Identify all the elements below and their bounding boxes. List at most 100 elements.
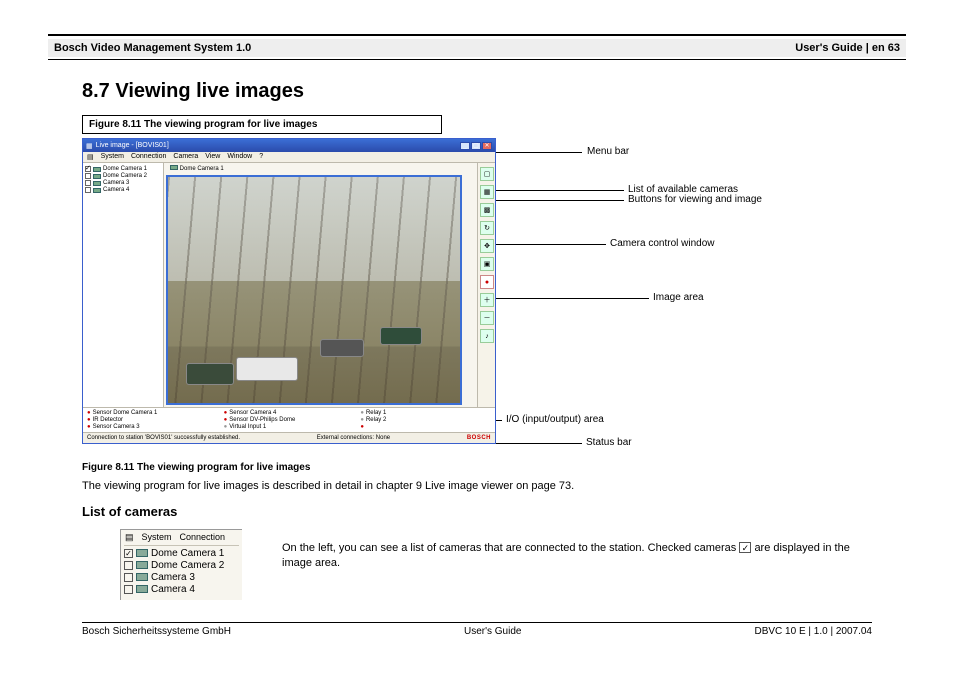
snippet-caption: On the left, you can see a list of camer… [282,523,862,572]
camera-icon [136,561,148,569]
status-left: Connection to station 'BOVIS01' successf… [87,435,240,441]
list-item-label: Dome Camera 1 [151,548,224,559]
callout-image: Image area [653,292,704,303]
tree-label: Dome Camera 2 [103,173,147,179]
camera-icon [93,188,101,193]
io-item[interactable]: Sensor Camera 3 [87,424,218,430]
section-title: 8.7 Viewing live images [82,80,906,103]
zoom-out-icon[interactable]: － [480,311,494,325]
tree-item[interactable]: Camera 3 [85,180,161,186]
menu-view[interactable]: View [205,153,220,161]
snippet-text-1: On the left, you can see a list of camer… [282,542,736,554]
viewer-title: Dome Camera 1 [170,165,224,172]
maximize-button[interactable]: ▢ [471,142,481,150]
tree-item[interactable]: Dome Camera 2 [85,173,161,179]
menu-bar: ▤ System Connection Camera View Window ? [83,152,495,163]
callout-status: Status bar [586,437,632,448]
camera-icon [93,181,101,186]
status-mid: External connections: None [317,435,390,441]
menu-icon: ▤ [87,153,94,161]
audio-icon[interactable]: ♪ [480,329,494,343]
video-feed[interactable] [166,175,462,405]
checkbox-icon[interactable] [124,573,133,582]
camera-tree: Dome Camera 1 Dome Camera 2 Camera 3 Cam… [83,163,164,407]
top-rule [48,34,906,36]
io-item[interactable]: Virtual Input 1 [224,424,355,430]
menu-connection[interactable]: Connection [131,153,166,161]
io-item[interactable]: Sensor Dome Camera 1 [87,410,218,416]
menu-window[interactable]: Window [227,153,252,161]
app-icon: ▦ [86,142,93,150]
heading-list-of-cameras: List of cameras [82,504,906,519]
snippet-menu-connection[interactable]: Connection [180,532,226,543]
checkbox-icon[interactable] [85,187,91,193]
record-icon[interactable]: ● [480,275,494,289]
io-item[interactable]: Sensor Camera 4 [224,410,355,416]
status-bar: Connection to station 'BOVIS01' successf… [83,432,495,443]
tree-item[interactable]: Camera 4 [85,187,161,193]
page-footer: Bosch Sicherheitssysteme GmbH User's Gui… [82,626,872,637]
tree-label: Dome Camera 1 [103,166,147,172]
snapshot-icon[interactable]: ▣ [480,257,494,271]
camera-list-snippet: ▤ System Connection ✓ Dome Camera 1 Dome … [120,529,242,600]
leader-camctl [490,244,606,245]
camera-icon [170,165,178,170]
titlebar: ▦ Live image - [BOVIS01] _ ▢ ✕ [83,139,495,152]
footer-rule [82,622,872,623]
io-item[interactable]: Sensor DV-Philips Dome [224,417,355,423]
close-button[interactable]: ✕ [482,142,492,150]
layout-4-icon[interactable]: ▦ [480,185,494,199]
status-brand: BOSCH [467,435,491,441]
callout-buttons: Buttons for viewing and image [628,194,762,205]
list-item-label: Camera 4 [151,584,195,595]
callout-menu: Menu bar [587,146,629,157]
footer-left: Bosch Sicherheitssysteme GmbH [82,626,231,637]
camera-icon [136,573,148,581]
top-rule-thin [48,59,906,60]
app-window: ▦ Live image - [BOVIS01] _ ▢ ✕ ▤ System … [82,138,496,444]
checkbox-icon[interactable] [124,561,133,570]
snippet-menu-system[interactable]: System [142,532,172,543]
window-title: Live image - [BOVIS01] [96,142,169,149]
header-right: Bosch Video Management System 1.0 [54,42,251,54]
minimize-button[interactable]: _ [460,142,470,150]
cycle-icon[interactable]: ↻ [480,221,494,235]
io-item[interactable]: IR Detector [87,417,218,423]
list-item-label: Camera 3 [151,572,195,583]
ptz-icon[interactable]: ✥ [480,239,494,253]
tree-label: Camera 3 [103,180,129,186]
camera-icon [136,585,148,593]
io-item[interactable]: Relay 2 [360,417,491,423]
list-item[interactable]: ✓ Dome Camera 1 [124,548,239,559]
camera-icon [93,174,101,179]
checkbox-icon[interactable]: ✓ [124,549,133,558]
camera-icon [93,167,101,172]
list-item[interactable]: Camera 3 [124,572,239,583]
checkbox-icon[interactable] [85,166,91,172]
checkbox-icon[interactable] [124,585,133,594]
menu-help[interactable]: ? [259,153,263,161]
layout-1-icon[interactable]: ▢ [480,167,494,181]
viewer-label-text: Dome Camera 1 [180,166,224,172]
figure-caption: Figure 8.11 The viewing program for live… [82,462,906,473]
layout-9-icon[interactable]: ▩ [480,203,494,217]
io-item[interactable]: Relay 1 [360,410,491,416]
menu-system[interactable]: System [101,153,124,161]
snippet-icon: ▤ [125,532,134,543]
header-left: User's Guide | en 63 [795,42,900,54]
zoom-in-icon[interactable]: ＋ [480,293,494,307]
footer-right: DBVC 10 E | 1.0 | 2007.04 [754,626,872,637]
figure-caption-box: Figure 8.11 The viewing program for live… [82,115,442,134]
list-item[interactable]: Camera 4 [124,584,239,595]
menu-camera[interactable]: Camera [173,153,198,161]
figure-note: The viewing program for live images is d… [82,479,862,494]
checked-checkbox-icon: ✓ [739,542,751,553]
tree-label: Camera 4 [103,187,129,193]
tree-item[interactable]: Dome Camera 1 [85,166,161,172]
leader-btns [490,200,624,201]
checkbox-icon[interactable] [85,173,91,179]
callout-io: I/O (input/output) area [506,414,604,425]
page-header: Bosch Video Management System 1.0 User's… [48,39,906,57]
checkbox-icon[interactable] [85,180,91,186]
list-item[interactable]: Dome Camera 2 [124,560,239,571]
